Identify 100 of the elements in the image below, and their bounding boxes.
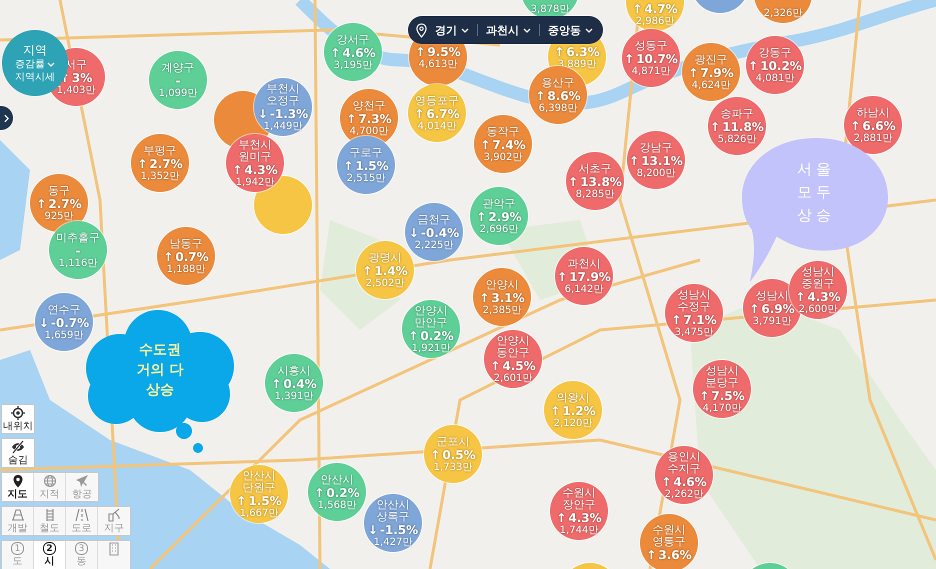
- arrow-icon: ↑: [271, 376, 282, 390]
- toolbar-button[interactable]: 지구: [98, 507, 130, 535]
- arrow-icon: ↓: [368, 522, 378, 536]
- arrow-icon: ↑: [346, 112, 356, 126]
- change-rate: 13.8%: [580, 174, 622, 188]
- change-rate: 10.7%: [636, 52, 678, 66]
- region-name: 수원시 영통구: [652, 524, 686, 548]
- change-rate: 6.6%: [862, 118, 896, 132]
- region-name: 성남시 수정구: [676, 288, 712, 312]
- region-name: 관악구: [482, 198, 516, 210]
- arrow-icon: ↓: [38, 316, 49, 330]
- toolbar-button[interactable]: 항공: [66, 473, 98, 501]
- toolbar-button[interactable]: [98, 541, 130, 569]
- region-name: 연수구: [46, 304, 82, 316]
- callout-text: 수도권: [139, 341, 181, 360]
- average-price: 6,398만: [538, 102, 578, 114]
- toolbar-button[interactable]: 지적: [34, 473, 66, 501]
- region-name: 시흥시: [276, 364, 312, 376]
- average-price: 3,878만: [530, 4, 570, 15]
- average-price: 1,188만: [166, 264, 206, 274]
- badge-title: 지역: [23, 42, 47, 58]
- change-rate: 3.1%: [491, 290, 525, 304]
- average-price: 4,700만: [350, 126, 388, 136]
- average-price: 2,385만: [482, 304, 522, 316]
- change-rate: 4.7%: [644, 2, 678, 16]
- caret-icon: [47, 62, 55, 66]
- average-price: 2,502만: [366, 278, 404, 288]
- change-rate: 2.7%: [149, 156, 183, 170]
- toolbar-button[interactable]: 개발: [2, 507, 34, 535]
- arrow-icon: ↑: [699, 388, 710, 402]
- arrow-icon: ↓: [408, 226, 419, 240]
- change-rate: -0.7%: [50, 316, 90, 330]
- average-price: 4,613만: [418, 58, 458, 70]
- average-price: 1,449만: [264, 120, 302, 132]
- region-name: 남동구: [168, 238, 204, 250]
- region-name: 안양시 만안구: [414, 304, 448, 328]
- toolbar-button[interactable]: 도로: [66, 507, 98, 535]
- arrow-icon: ↑: [749, 302, 760, 316]
- arrow-icon: ↑: [671, 312, 682, 326]
- region-name: 안산시 단원구: [242, 470, 276, 494]
- caret-icon: [585, 28, 593, 32]
- arrow-icon: ↑: [646, 548, 656, 562]
- region-name: 광명시: [368, 252, 402, 264]
- change-rate: -: [76, 244, 80, 258]
- average-price: 2,515만: [346, 172, 386, 184]
- average-price: 4,081만: [756, 72, 794, 84]
- toolbar-button[interactable]: 내위치: [2, 405, 34, 433]
- change-rate: 7.1%: [683, 312, 717, 326]
- average-price: 1,667만: [240, 508, 278, 518]
- average-price: 925만: [44, 210, 74, 222]
- region-name: 계양구: [160, 62, 196, 74]
- road-icon: [74, 508, 88, 522]
- average-price: 1,391만: [274, 390, 314, 402]
- region-name: 강동구: [758, 46, 792, 58]
- change-rate: 1.2%: [562, 404, 596, 418]
- average-price: 8,285만: [576, 188, 614, 200]
- arrow-icon: ↑: [330, 46, 340, 60]
- arrow-icon: ↑: [556, 510, 566, 524]
- callout-text: 서울: [797, 159, 835, 180]
- toolbar-button[interactable]: 1 도: [2, 541, 34, 569]
- chevron-right-icon: [4, 114, 9, 122]
- arrow-icon: ↑: [414, 106, 424, 120]
- region-name: 성남시: [754, 290, 790, 302]
- average-price: 1,099만: [158, 88, 198, 98]
- change-rate: -1.5%: [380, 522, 418, 536]
- change-rate: 0.4%: [283, 376, 317, 390]
- caret-icon: [523, 28, 531, 32]
- change-rate: 6.3%: [566, 44, 600, 58]
- average-price: 1,659만: [44, 330, 84, 340]
- arrow-icon: ↑: [632, 2, 642, 16]
- globe-icon: [42, 474, 56, 488]
- region-name: 의왕시: [556, 392, 590, 404]
- region-name: 안산시: [320, 474, 354, 486]
- change-rate: 4.3%: [568, 510, 602, 524]
- arrow-icon: ↑: [850, 118, 860, 132]
- average-price: 2,600만: [798, 304, 838, 314]
- toolbar-button[interactable]: 지도: [2, 473, 34, 501]
- toolbar-button[interactable]: 숨김: [2, 439, 34, 467]
- region-name: 금천구: [416, 214, 452, 226]
- toolbar-button[interactable]: 철도: [34, 507, 66, 535]
- arrow-icon: ↑: [490, 358, 500, 372]
- change-rate: 8.6%: [547, 88, 581, 102]
- region-name: 강남구: [638, 142, 674, 154]
- average-price: 3,902만: [484, 152, 522, 162]
- arrow-icon: ↑: [362, 264, 372, 278]
- average-price: 1,744만: [560, 524, 598, 536]
- change-rate: 4.5%: [502, 358, 536, 372]
- arrow-icon: ↑: [476, 210, 486, 224]
- change-rate: 10.2%: [760, 58, 802, 72]
- level-number: 2: [43, 542, 56, 555]
- change-rate: 0.2%: [326, 486, 360, 500]
- toolbar-button[interactable]: 3 동: [66, 541, 98, 569]
- change-rate: 7.3%: [358, 112, 392, 126]
- arrow-icon: ↑: [232, 162, 242, 176]
- location-dropdown[interactable]: 과천시: [484, 20, 533, 40]
- arrow-icon: ↑: [688, 66, 698, 80]
- callout-text: 모두: [797, 182, 835, 203]
- region-name: 안산시 상록구: [376, 498, 410, 522]
- region-name: 동작구: [486, 126, 520, 138]
- region-name: 성남시 분당구: [704, 364, 740, 388]
